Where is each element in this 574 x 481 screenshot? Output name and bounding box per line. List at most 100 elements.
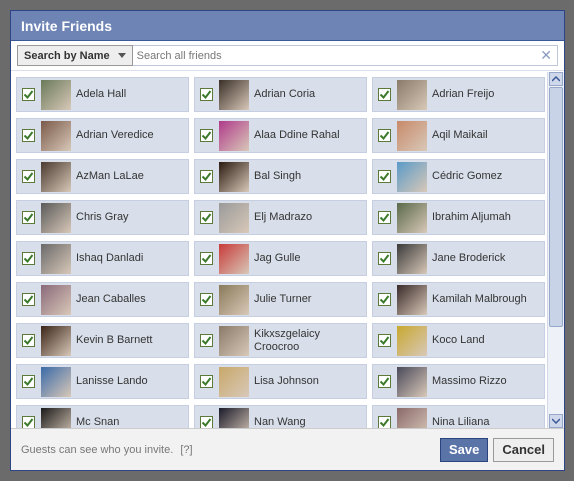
friend-name: Nan Wang — [254, 416, 306, 428]
checkmark-icon — [379, 172, 390, 182]
avatar — [397, 366, 427, 397]
avatar — [219, 284, 249, 315]
friend-name: Kevin B Barnett — [76, 334, 153, 346]
avatar — [41, 243, 71, 274]
checkmark-icon — [379, 254, 390, 264]
checkmark-icon — [23, 295, 34, 305]
friend-item[interactable]: Kamilah Malbrough — [372, 282, 545, 317]
scrollbar[interactable] — [547, 72, 564, 428]
scroll-down-button[interactable] — [549, 414, 563, 428]
friend-item[interactable]: Aqil Maikail — [372, 118, 545, 153]
friend-item[interactable]: Adela Hall — [16, 77, 189, 112]
friend-checkbox[interactable] — [200, 416, 213, 428]
friend-checkbox[interactable] — [378, 88, 391, 101]
help-link[interactable]: [?] — [180, 444, 192, 456]
checkmark-icon — [23, 377, 34, 387]
friend-name: Mc Snan — [76, 416, 120, 428]
friend-checkbox[interactable] — [378, 375, 391, 388]
avatar — [41, 325, 71, 356]
checkmark-icon — [201, 131, 212, 141]
friend-list[interactable]: Adela Hall Adrian Coria Adrian Freijo Adria… — [11, 72, 564, 428]
friend-checkbox[interactable] — [200, 252, 213, 265]
friend-item[interactable]: Adrian Coria — [194, 77, 367, 112]
checkmark-icon — [201, 336, 212, 346]
friend-checkbox[interactable] — [378, 416, 391, 428]
friend-checkbox[interactable] — [22, 211, 35, 224]
friend-item[interactable]: Lanisse Lando — [16, 364, 189, 399]
friend-checkbox[interactable] — [378, 334, 391, 347]
friend-item[interactable]: Ibrahim Aljumah — [372, 200, 545, 235]
friend-item[interactable]: Jane Broderick — [372, 241, 545, 276]
friend-checkbox[interactable] — [22, 129, 35, 142]
friend-item[interactable]: Kevin B Barnett — [16, 323, 189, 358]
friend-item[interactable]: Jag Gulle — [194, 241, 367, 276]
friend-item[interactable]: Nan Wang — [194, 405, 367, 428]
checkmark-icon — [201, 213, 212, 223]
friend-item[interactable]: Ishaq Danladi — [16, 241, 189, 276]
search-input[interactable] — [132, 46, 557, 65]
friend-item[interactable]: Kikxszgelaicy Croocroo — [194, 323, 367, 358]
friend-checkbox[interactable] — [378, 252, 391, 265]
friend-name: Aqil Maikail — [432, 129, 488, 141]
cancel-button[interactable]: Cancel — [493, 437, 554, 462]
friend-name: Alaa Ddine Rahal — [254, 129, 340, 141]
checkmark-icon — [201, 377, 212, 387]
avatar — [397, 120, 427, 151]
friend-item[interactable]: Julie Turner — [194, 282, 367, 317]
friend-item[interactable]: Alaa Ddine Rahal — [194, 118, 367, 153]
filter-label: Search by Name — [24, 49, 110, 62]
chevron-down-icon — [117, 53, 126, 58]
friend-item[interactable]: AzMan LaLae — [16, 159, 189, 194]
friend-checkbox[interactable] — [22, 88, 35, 101]
friend-item[interactable]: Adrian Freijo — [372, 77, 545, 112]
friend-checkbox[interactable] — [200, 211, 213, 224]
friend-item[interactable]: Cédric Gomez — [372, 159, 545, 194]
friend-checkbox[interactable] — [22, 252, 35, 265]
friend-checkbox[interactable] — [200, 375, 213, 388]
checkmark-icon — [201, 172, 212, 182]
avatar — [219, 325, 249, 356]
friend-item[interactable]: Bal Singh — [194, 159, 367, 194]
dialog-footer: Guests can see who you invite. [?] Save … — [11, 428, 564, 470]
friend-name: Jane Broderick — [432, 252, 506, 264]
invite-friends-dialog: Invite Friends Search by Name ✕ Adela Ha… — [10, 10, 565, 471]
friend-checkbox[interactable] — [378, 170, 391, 183]
friend-item[interactable]: Koco Land — [372, 323, 545, 358]
friend-checkbox[interactable] — [200, 88, 213, 101]
scrollbar-thumb[interactable] — [549, 87, 563, 327]
friend-checkbox[interactable] — [200, 293, 213, 306]
friend-item[interactable]: Nina Liliana — [372, 405, 545, 428]
friend-name: Kamilah Malbrough — [432, 293, 527, 305]
friend-item[interactable]: Jean Caballes — [16, 282, 189, 317]
avatar — [397, 202, 427, 233]
friend-checkbox[interactable] — [378, 211, 391, 224]
checkmark-icon — [201, 254, 212, 264]
avatar — [397, 79, 427, 110]
friend-name: Koco Land — [432, 334, 485, 346]
filter-dropdown-button[interactable]: Search by Name — [17, 45, 133, 66]
friend-name: AzMan LaLae — [76, 170, 144, 182]
friend-checkbox[interactable] — [200, 129, 213, 142]
friend-item[interactable]: Elj Madrazo — [194, 200, 367, 235]
friend-checkbox[interactable] — [200, 170, 213, 183]
friend-item[interactable]: Adrian Veredice — [16, 118, 189, 153]
checkmark-icon — [201, 90, 212, 100]
friend-checkbox[interactable] — [22, 293, 35, 306]
friend-checkbox[interactable] — [200, 334, 213, 347]
friend-name: Cédric Gomez — [432, 170, 503, 182]
friend-item[interactable]: Chris Gray — [16, 200, 189, 235]
friend-item[interactable]: Mc Snan — [16, 405, 189, 428]
friend-item[interactable]: Lisa Johnson — [194, 364, 367, 399]
friend-checkbox[interactable] — [378, 129, 391, 142]
avatar — [219, 243, 249, 274]
friend-checkbox[interactable] — [22, 334, 35, 347]
friend-checkbox[interactable] — [22, 375, 35, 388]
friend-checkbox[interactable] — [22, 416, 35, 428]
friend-item[interactable]: Massimo Rizzo — [372, 364, 545, 399]
scroll-up-button[interactable] — [549, 72, 563, 86]
friend-checkbox[interactable] — [378, 293, 391, 306]
friend-checkbox[interactable] — [22, 170, 35, 183]
save-button[interactable]: Save — [439, 437, 489, 462]
clear-search-icon[interactable]: ✕ — [540, 48, 552, 63]
checkmark-icon — [379, 213, 390, 223]
